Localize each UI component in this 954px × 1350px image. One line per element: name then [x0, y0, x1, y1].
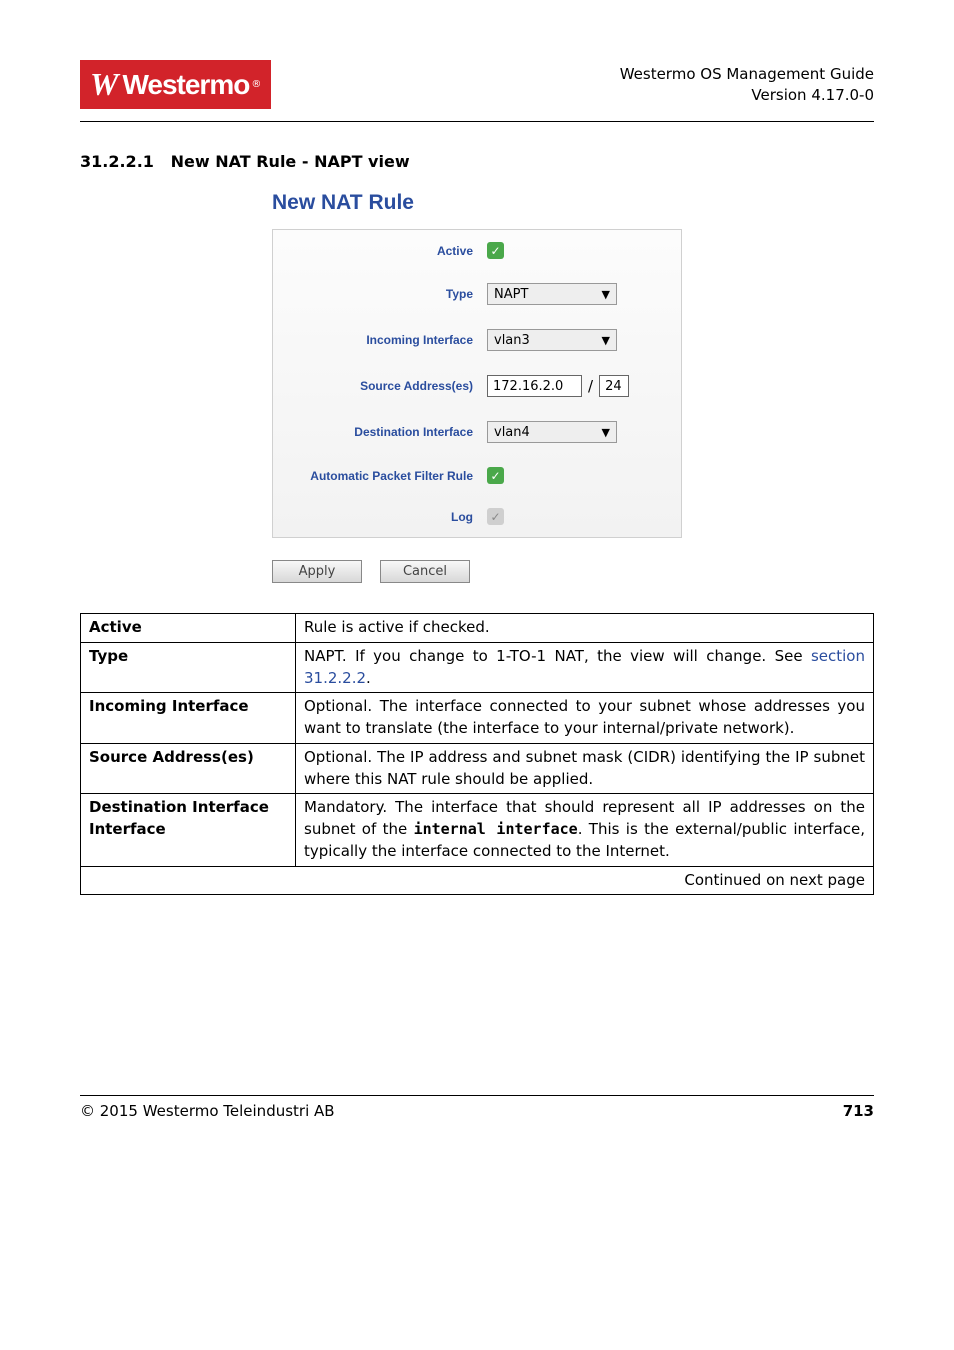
incoming-interface-select[interactable]: vlan3 ▼ — [487, 329, 617, 351]
cell-text: Rule is active if checked. — [296, 614, 874, 643]
section-heading: 31.2.2.1 New NAT Rule - NAPT view — [80, 152, 874, 171]
slash-separator: / — [588, 377, 593, 395]
guide-title: Westermo OS Management Guide — [620, 64, 874, 85]
log-checkbox[interactable]: ✓ — [487, 508, 504, 525]
table-row: Source Address(es) Optional. The IP addr… — [81, 743, 874, 794]
table-row: Destination InterfaceInterface Mandatory… — [81, 794, 874, 866]
type-select[interactable]: NAPT ▼ — [487, 283, 617, 305]
source-mask-input[interactable] — [599, 375, 629, 397]
cancel-button[interactable]: Cancel — [380, 560, 470, 583]
description-table: Active Rule is active if checked. Type N… — [80, 613, 874, 895]
source-ip-input[interactable] — [487, 375, 582, 397]
cell-text: Optional. The interface connected to you… — [296, 693, 874, 744]
label-auto-pf-rule: Automatic Packet Filter Rule — [287, 469, 487, 483]
guide-version: Version 4.17.0-0 — [620, 85, 874, 106]
section-title: New NAT Rule - NAPT view — [171, 152, 410, 171]
auto-pf-checkbox[interactable]: ✓ — [487, 467, 504, 484]
destination-interface-select[interactable]: vlan4 ▼ — [487, 421, 617, 443]
cell-label: Incoming Interface — [81, 693, 296, 744]
label-log: Log — [287, 510, 487, 524]
cell-text: Optional. The IP address and subnet mask… — [296, 743, 874, 794]
table-row: Active Rule is active if checked. — [81, 614, 874, 643]
cell-text: Mandatory. The interface that should rep… — [296, 794, 874, 866]
cell-label: Source Address(es) — [81, 743, 296, 794]
apply-button[interactable]: Apply — [272, 560, 362, 583]
table-row: Incoming Interface Optional. The interfa… — [81, 693, 874, 744]
cell-label: Type — [81, 642, 296, 693]
type-select-value: NAPT — [494, 287, 528, 302]
chevron-down-icon: ▼ — [602, 426, 610, 439]
incoming-interface-value: vlan3 — [494, 333, 530, 348]
destination-interface-value: vlan4 — [494, 425, 530, 440]
footer-divider — [80, 1095, 874, 1096]
header-text: Westermo OS Management Guide Version 4.1… — [620, 64, 874, 106]
label-active: Active — [287, 244, 487, 258]
chevron-down-icon: ▼ — [602, 334, 610, 347]
table-row: Continued on next page — [81, 866, 874, 895]
logo: W Westermo ® — [80, 60, 271, 109]
chevron-down-icon: ▼ — [602, 288, 610, 301]
active-checkbox[interactable]: ✓ — [487, 242, 504, 259]
label-type: Type — [287, 287, 487, 301]
section-number: 31.2.2.1 — [80, 152, 154, 171]
cell-label: Destination InterfaceInterface — [81, 794, 296, 866]
footer-copyright: © 2015 Westermo Teleindustri AB — [80, 1102, 335, 1120]
label-incoming-interface: Incoming Interface — [287, 333, 487, 347]
table-row: Type NAPT. If you change to 1-TO-1 NAT, … — [81, 642, 874, 693]
cell-text: NAPT. If you change to 1-TO-1 NAT, the v… — [296, 642, 874, 693]
header-divider — [80, 121, 874, 122]
continued-cell: Continued on next page — [81, 866, 874, 895]
page-number: 713 — [843, 1102, 874, 1120]
dialog-box: Active ✓ Type NAPT ▼ Incoming Interface — [272, 229, 682, 538]
label-source-addresses: Source Address(es) — [287, 379, 487, 393]
label-destination-interface: Destination Interface — [287, 425, 487, 439]
dialog-title: New NAT Rule — [272, 191, 682, 215]
cell-label: Active — [81, 614, 296, 643]
